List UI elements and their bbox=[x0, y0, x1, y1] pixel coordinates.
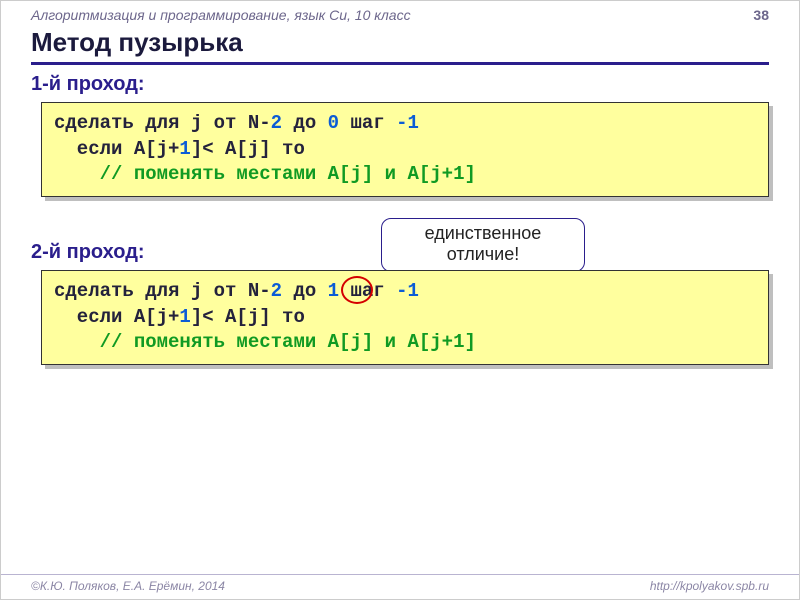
callout: единственное отличие! bbox=[381, 218, 601, 272]
code-block-1: сделать для j от N-2 до 0 шаг -1 если A[… bbox=[41, 102, 769, 197]
slide-footer: ©К.Ю. Поляков, Е.А. Ерёмин, 2014 http://… bbox=[1, 574, 799, 597]
pass1-heading: 1-й проход: bbox=[31, 73, 799, 96]
footer-url: http://kpolyakov.spb.ru bbox=[650, 579, 769, 593]
course-label: Алгоритмизация и программирование, язык … bbox=[31, 7, 411, 23]
footer-authors: ©К.Ю. Поляков, Е.А. Ерёмин, 2014 bbox=[31, 579, 225, 593]
slide-title: Метод пузырька bbox=[31, 27, 769, 65]
code-block-2: сделать для j от N-2 до 1 шаг -1 если A[… bbox=[41, 270, 769, 365]
slide-header: Алгоритмизация и программирование, язык … bbox=[1, 1, 799, 23]
page-number: 38 bbox=[753, 7, 769, 23]
highlighted-one: 1 bbox=[328, 280, 339, 302]
callout-text: единственное отличие! bbox=[425, 223, 542, 264]
slide: Алгоритмизация и программирование, язык … bbox=[0, 0, 800, 600]
